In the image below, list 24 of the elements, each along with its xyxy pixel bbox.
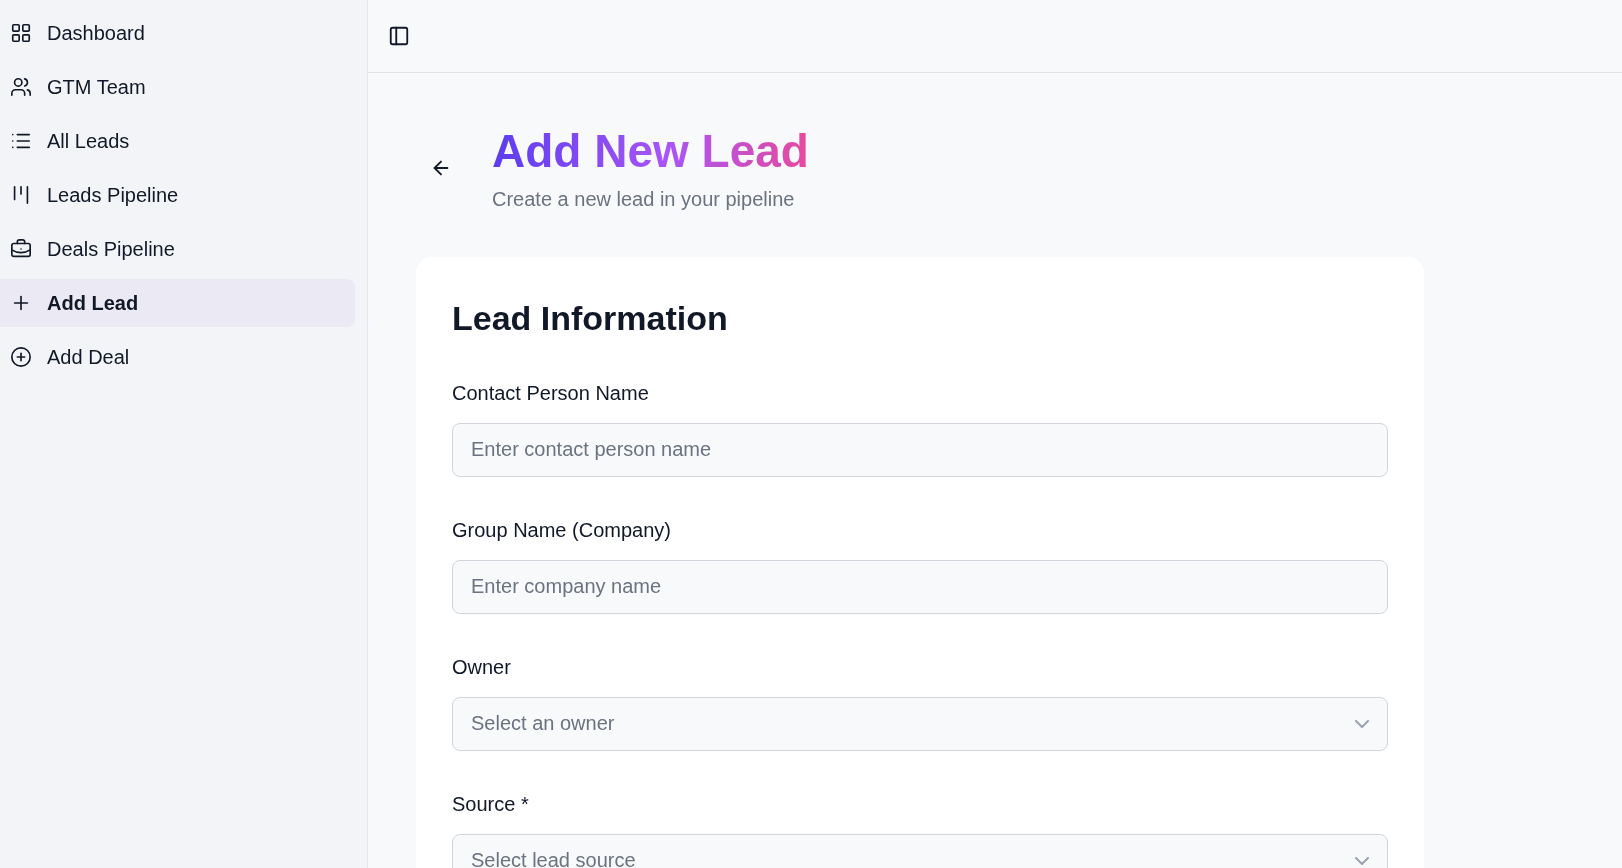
- select-field[interactable]: Select an owner: [452, 696, 1388, 751]
- chevron-down-icon: [1355, 856, 1369, 865]
- sidebar-item[interactable]: Add Lead: [0, 279, 355, 327]
- field-label: Owner: [452, 655, 512, 679]
- field-label: Source *: [452, 792, 530, 816]
- field-label: Contact Person Name: [452, 381, 650, 405]
- sidebar-toggle-button[interactable]: [388, 25, 410, 47]
- field-label: Group Name (Company): [452, 518, 672, 542]
- sidebar-item[interactable]: Dashboard: [0, 9, 355, 57]
- sidebar-item[interactable]: Add Deal: [0, 333, 355, 381]
- briefcase-icon: [10, 238, 32, 260]
- page-subtitle: Create a new lead in your pipeline: [492, 187, 796, 211]
- input-field[interactable]: Enter contact person name: [452, 422, 1388, 477]
- input-field[interactable]: Enter company name: [452, 559, 1388, 614]
- card-title: Lead Information: [452, 298, 729, 338]
- sidebar-item[interactable]: All Leads: [0, 117, 355, 165]
- users-icon: [10, 76, 32, 98]
- sidebar-item[interactable]: Deals Pipeline: [0, 225, 355, 273]
- select-field[interactable]: Select lead source: [452, 833, 1388, 868]
- sidebar-item[interactable]: Leads Pipeline: [0, 171, 355, 219]
- circle-plus-icon: [10, 346, 32, 368]
- sidebar-item[interactable]: GTM Team: [0, 63, 355, 111]
- chevron-down-icon: [1355, 719, 1369, 728]
- grid-icon: [10, 22, 32, 44]
